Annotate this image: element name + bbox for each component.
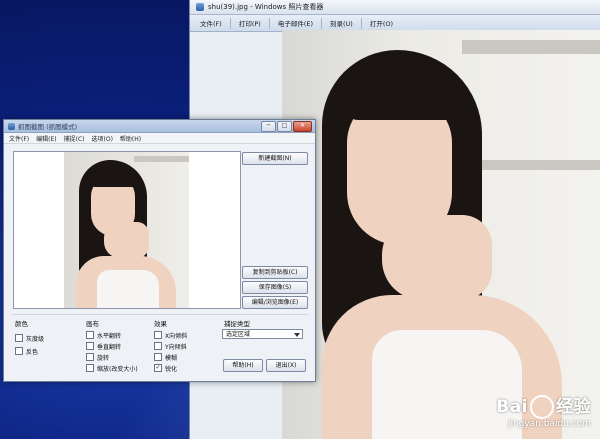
viewer-menu-burn[interactable]: 刻录(U) <box>326 17 357 29</box>
menu-divider <box>360 17 362 29</box>
capture-type-group: 捕捉类型 <box>224 318 250 328</box>
viewer-title: shu(39).jpg - Windows 照片查看器 <box>208 3 324 11</box>
paw-icon <box>530 395 554 419</box>
checkbox[interactable] <box>154 353 162 361</box>
baidu-watermark: Bai 经验 jingyan.baidu.com <box>496 392 591 429</box>
option-label: 模糊 <box>165 354 178 362</box>
option-label: 灰度级 <box>26 335 45 343</box>
checkbox[interactable] <box>15 347 23 355</box>
color-group: 颜色 灰度级 反色 <box>15 318 45 356</box>
preview-photo <box>64 152 189 308</box>
canvas-group: 画布 水平翻转 垂直翻转 旋转 缩放(改变大小) <box>86 318 138 373</box>
option-skew-y[interactable]: Y向倾斜 <box>154 342 187 351</box>
checkmark-icon[interactable]: ✓ <box>154 364 162 372</box>
checkbox[interactable] <box>86 364 94 372</box>
option-grayscale[interactable]: 灰度级 <box>15 334 45 343</box>
viewer-menu-file[interactable]: 文件(F) <box>196 17 226 29</box>
photo-viewer-icon <box>196 3 204 11</box>
watermark-brand-right: 经验 <box>556 397 591 417</box>
photo-shelf <box>482 160 600 170</box>
option-skew-x[interactable]: X向倾斜 <box>154 331 188 340</box>
help-button[interactable]: 帮助(H) <box>223 359 263 372</box>
checkbox[interactable] <box>15 334 23 342</box>
edit-browse-button[interactable]: 编辑/浏览图像(E) <box>242 296 308 309</box>
effects-group: 效果 X向倾斜 Y向倾斜 模糊 ✓ 锐化 <box>154 318 188 373</box>
photo-top <box>97 270 159 308</box>
photo-hand <box>104 222 149 258</box>
checkbox[interactable] <box>86 353 94 361</box>
save-image-button[interactable]: 保存图像(S) <box>242 281 308 294</box>
menu-options[interactable]: 选项(O) <box>92 134 113 143</box>
viewer-menu-email[interactable]: 电子邮件(E) <box>274 17 317 29</box>
option-resize[interactable]: 缩放(改变大小) <box>86 364 138 373</box>
chevron-down-icon <box>294 333 300 337</box>
dialog-menu-bar: 文件(F) 编辑(E) 捕捉(C) 选项(O) 帮助(H) <box>4 133 315 144</box>
option-flip-vertical[interactable]: 垂直翻转 <box>86 342 138 351</box>
checkbox[interactable] <box>154 342 162 350</box>
capture-preview <box>13 151 241 309</box>
watermark-brand-left: Bai <box>496 397 528 417</box>
option-label: 反色 <box>26 348 39 356</box>
window-controls: ─ □ ✕ <box>261 121 312 132</box>
capture-type-select[interactable]: 选定区域 <box>222 329 303 339</box>
option-label: 缩放(改变大小) <box>97 365 138 373</box>
capture-type-title: 捕捉类型 <box>224 320 250 328</box>
option-label: X向倾斜 <box>165 332 188 340</box>
maximize-button[interactable]: □ <box>277 121 292 132</box>
color-group-title: 颜色 <box>15 320 28 328</box>
capture-type-value: 选定区域 <box>226 331 251 338</box>
option-sharpen[interactable]: ✓ 锐化 <box>154 364 187 373</box>
menu-divider <box>229 17 231 29</box>
viewer-menu-open[interactable]: 打开(O) <box>366 17 397 29</box>
minimize-button[interactable]: ─ <box>261 121 276 132</box>
menu-divider <box>268 17 270 29</box>
option-invert[interactable]: 反色 <box>15 347 44 356</box>
checkbox[interactable] <box>86 342 94 350</box>
divider <box>12 314 308 315</box>
menu-file[interactable]: 文件(F) <box>9 134 29 143</box>
photo-shelf <box>134 156 189 162</box>
dialog-title-bar[interactable]: 抓图截图 (抓图模式) ─ □ ✕ <box>4 120 315 133</box>
option-label: 垂直翻转 <box>97 343 122 351</box>
photo-hand <box>382 215 492 300</box>
viewer-menu-print[interactable]: 打印(P) <box>235 17 265 29</box>
photo-bangs <box>342 70 462 120</box>
close-button[interactable]: ✕ <box>293 121 312 132</box>
viewer-photo: Bai 经验 jingyan.baidu.com <box>282 30 600 439</box>
menu-divider <box>321 17 322 29</box>
option-label: 水平翻转 <box>97 332 122 340</box>
new-capture-button[interactable]: 新建截图(N) <box>242 152 308 165</box>
watermark-url: jingyan.baidu.com <box>507 419 591 429</box>
viewer-title-bar: shu(39).jpg - Windows 照片查看器 <box>190 0 600 15</box>
option-blur[interactable]: 模糊 <box>154 353 187 362</box>
photo-bangs <box>89 167 139 187</box>
option-label: Y向倾斜 <box>165 343 187 351</box>
checkbox[interactable] <box>154 331 162 339</box>
option-flip-horizontal[interactable]: 水平翻转 <box>86 331 138 340</box>
menu-help[interactable]: 帮助(H) <box>120 134 141 143</box>
photo-shelf <box>462 40 600 54</box>
option-label: 锐化 <box>165 365 178 373</box>
dialog-title: 抓图截图 (抓图模式) <box>18 123 78 131</box>
menu-capture[interactable]: 捕捉(C) <box>64 134 85 143</box>
capture-dialog: 抓图截图 (抓图模式) ─ □ ✕ 文件(F) 编辑(E) 捕捉(C) 选项(O… <box>3 119 316 382</box>
capture-app-icon <box>8 122 15 130</box>
canvas-group-title: 画布 <box>86 320 99 328</box>
option-label: 旋转 <box>97 354 110 362</box>
exit-button[interactable]: 退出(X) <box>266 359 306 372</box>
effects-group-title: 效果 <box>154 320 167 328</box>
checkbox[interactable] <box>86 331 94 339</box>
menu-edit[interactable]: 编辑(E) <box>36 134 56 143</box>
copy-to-clipboard-button[interactable]: 复制到剪贴板(C) <box>242 266 308 279</box>
option-rotate[interactable]: 旋转 <box>86 353 138 362</box>
